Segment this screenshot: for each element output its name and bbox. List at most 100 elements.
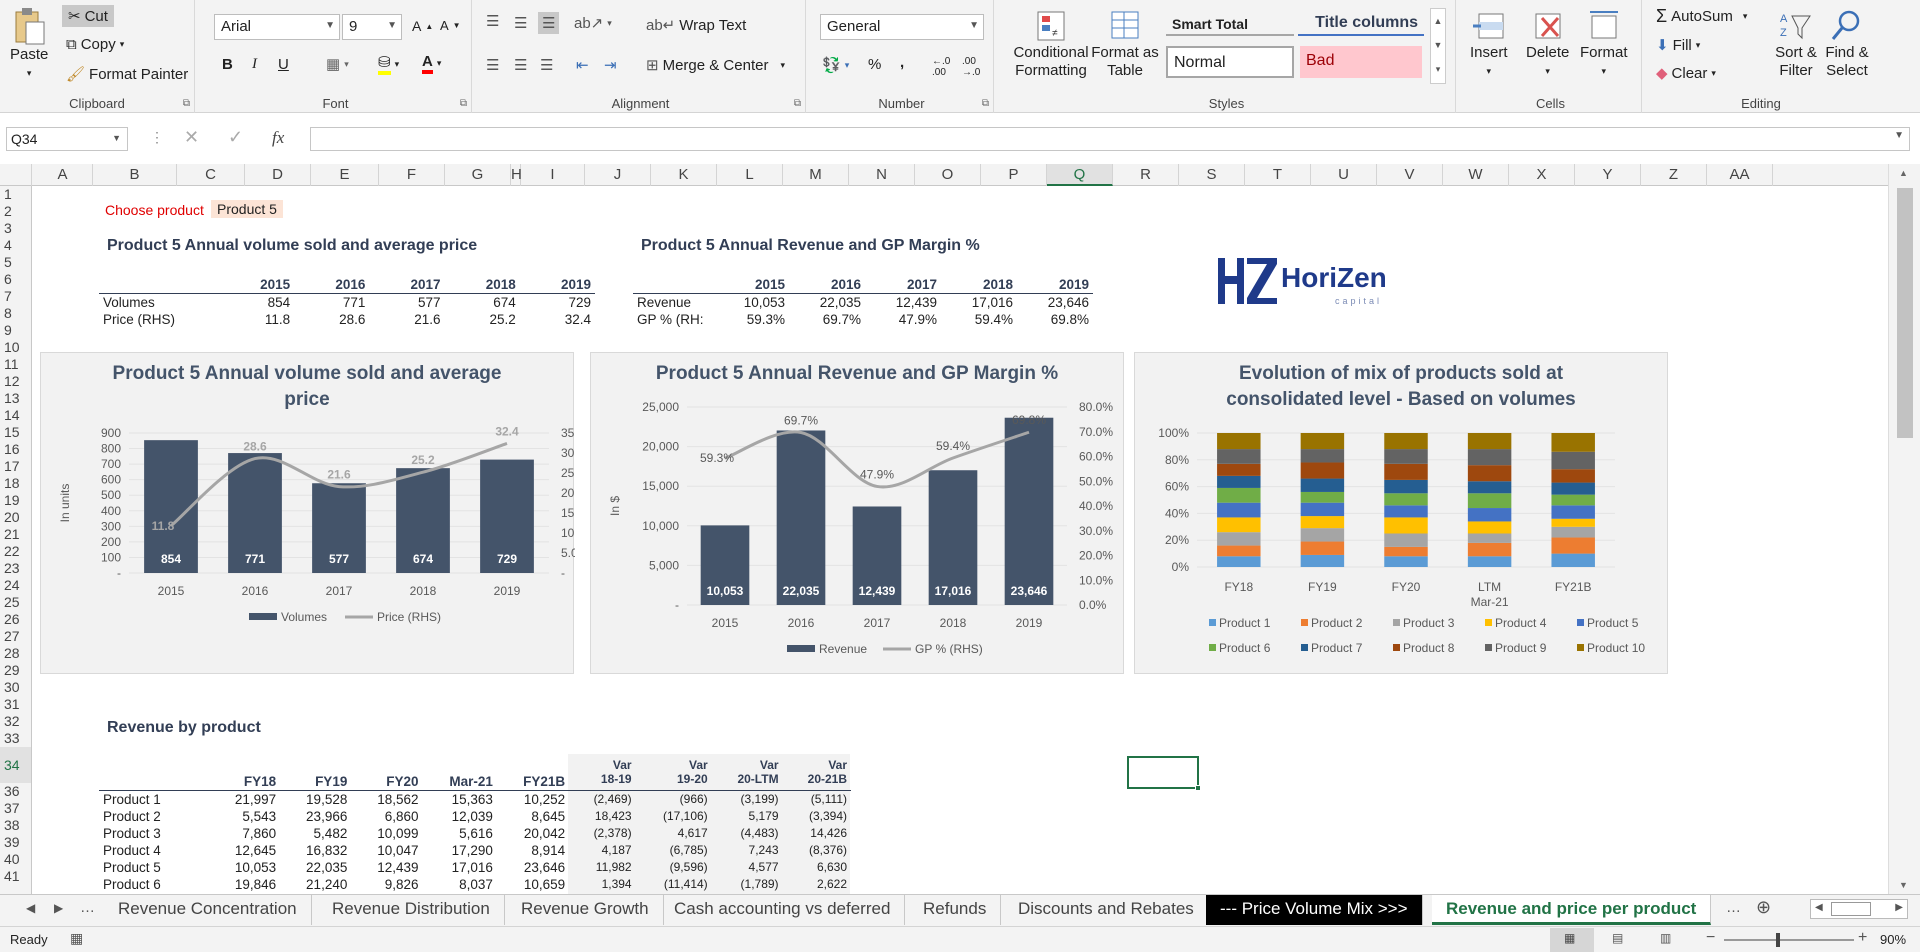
vertical-scrollbar[interactable]: ▲ ▼ — [1888, 164, 1920, 894]
column-header[interactable]: I — [521, 164, 585, 186]
row-header[interactable]: 7 — [0, 288, 31, 305]
merge-center-button[interactable]: ⊞ Merge & Center ▾ — [646, 56, 785, 75]
align-right-button[interactable]: ☰ — [540, 56, 553, 74]
row-header[interactable]: 26 — [0, 611, 31, 628]
horizontal-scroll-thumb[interactable] — [1831, 902, 1871, 916]
normal-view-button[interactable]: ▦ — [1550, 928, 1594, 952]
decrease-indent-button[interactable]: ⇤ — [576, 56, 589, 74]
smart-total-style[interactable]: Smart Total — [1166, 12, 1294, 36]
expand-formula-icon[interactable]: ▼ — [1894, 130, 1904, 141]
bad-style[interactable]: Bad — [1300, 46, 1422, 78]
row-header[interactable]: 32 — [0, 713, 31, 730]
column-header[interactable]: X — [1509, 164, 1575, 186]
row-header[interactable]: 28 — [0, 645, 31, 662]
insert-function-icon[interactable]: fx — [272, 128, 284, 148]
clear-button[interactable]: ◆ Clear ▾ — [1656, 64, 1716, 83]
number-launcher-icon[interactable]: ⧉ — [982, 98, 989, 109]
shrink-font-button[interactable]: A ▼ — [440, 18, 461, 33]
column-header[interactable]: S — [1179, 164, 1245, 186]
column-header[interactable]: N — [849, 164, 915, 186]
volume-price-chart[interactable]: Product 5 Annual volume sold and average… — [40, 352, 575, 674]
column-header[interactable]: W — [1443, 164, 1509, 186]
column-header[interactable]: AA — [1707, 164, 1773, 186]
row-header[interactable]: 23 — [0, 560, 31, 577]
tab-overflow-icon[interactable]: … — [1726, 899, 1741, 916]
column-header[interactable]: F — [379, 164, 445, 186]
sheet-tab[interactable]: Discounts and Rebates — [1004, 895, 1209, 925]
row-header[interactable]: 13 — [0, 390, 31, 407]
column-header[interactable]: D — [245, 164, 311, 186]
column-header[interactable]: P — [981, 164, 1047, 186]
font-size-select[interactable]: 9 ▼ — [342, 14, 402, 40]
find-select-button[interactable]: Find & Select — [1818, 8, 1876, 80]
delete-button[interactable]: Delete ▾ — [1526, 8, 1569, 80]
product-mix-chart[interactable]: Evolution of mix of products sold at con… — [1134, 352, 1668, 674]
name-box[interactable]: Q34 ▼ — [6, 127, 128, 151]
styles-scroll[interactable]: ▲ ▼ ▾ — [1430, 8, 1446, 84]
column-header[interactable]: V — [1377, 164, 1443, 186]
font-color-button[interactable]: A ▾ — [422, 53, 441, 74]
row-header[interactable]: 6 — [0, 271, 31, 288]
clipboard-launcher-icon[interactable]: ⧉ — [183, 98, 190, 109]
row-header[interactable]: 2 — [0, 203, 31, 220]
sort-filter-button[interactable]: AZ Sort & Filter — [1766, 8, 1826, 80]
number-format-select[interactable]: General ▼ — [820, 14, 984, 40]
row-header[interactable]: 3 — [0, 220, 31, 237]
grow-font-button[interactable]: A ▲ — [412, 18, 433, 34]
revenue-margin-chart[interactable]: Product 5 Annual Revenue and GP Margin %… — [590, 352, 1124, 674]
row-header[interactable]: 15 — [0, 424, 31, 441]
zoom-slider[interactable] — [1724, 933, 1854, 947]
copy-button[interactable]: ⧉ Copy ▾ — [66, 36, 124, 53]
comma-button[interactable]: , — [900, 54, 904, 71]
row-header[interactable]: 12 — [0, 373, 31, 390]
new-sheet-icon[interactable]: ⊕ — [1756, 897, 1771, 918]
row-header[interactable]: 39 — [0, 834, 31, 851]
selected-cell[interactable] — [1127, 756, 1201, 791]
column-header[interactable]: L — [717, 164, 783, 186]
zoom-out-icon[interactable]: − — [1706, 929, 1715, 947]
font-launcher-icon[interactable]: ⧉ — [460, 98, 467, 109]
underline-button[interactable]: U — [278, 56, 289, 73]
row-header[interactable]: 9 — [0, 322, 31, 339]
row-header[interactable]: 27 — [0, 628, 31, 645]
row-header[interactable]: 8 — [0, 305, 31, 322]
row-header[interactable]: 10 — [0, 339, 31, 356]
macro-record-icon[interactable]: ▦ — [70, 930, 83, 947]
row-header[interactable]: 25 — [0, 594, 31, 611]
sheet-tab[interactable]: Revenue Distribution — [318, 895, 505, 925]
cut-button[interactable]: ✂ Cut — [62, 5, 114, 27]
fill-button[interactable]: ⬇ Fill ▾ — [1656, 36, 1700, 55]
borders-button[interactable]: ▦ ▾ — [326, 55, 349, 73]
row-header[interactable]: 17 — [0, 458, 31, 475]
row-header[interactable]: 5 — [0, 254, 31, 271]
column-header[interactable]: U — [1311, 164, 1377, 186]
fill-color-button[interactable]: ⛁ ▾ — [378, 53, 399, 75]
column-header[interactable]: R — [1113, 164, 1179, 186]
format-button[interactable]: Format ▾ — [1580, 8, 1628, 80]
column-header[interactable]: H — [511, 164, 522, 186]
row-header[interactable]: 4 — [0, 237, 31, 254]
row-header[interactable]: 29 — [0, 662, 31, 679]
scroll-up-icon[interactable]: ▲ — [1899, 168, 1908, 178]
row-header[interactable]: 21 — [0, 526, 31, 543]
autosum-button[interactable]: Σ AutoSum ▾ — [1656, 6, 1747, 27]
column-header[interactable]: O — [915, 164, 981, 186]
cancel-icon[interactable]: ✕ — [184, 127, 199, 148]
enter-check-icon[interactable]: ✓ — [228, 127, 243, 148]
page-layout-icon[interactable]: ▤ — [1612, 931, 1623, 945]
column-header[interactable]: Y — [1575, 164, 1641, 186]
page-break-icon[interactable]: ▥ — [1660, 931, 1671, 945]
row-header[interactable]: 19 — [0, 492, 31, 509]
row-header[interactable]: 11 — [0, 356, 31, 373]
column-header[interactable]: G — [445, 164, 511, 186]
italic-button[interactable]: I — [252, 56, 257, 73]
row-header[interactable]: 31 — [0, 696, 31, 713]
align-bottom-button[interactable]: ☰ — [538, 12, 560, 34]
select-all-corner[interactable] — [0, 164, 32, 186]
column-header[interactable]: Q — [1047, 164, 1113, 186]
increase-indent-button[interactable]: ⇥ — [604, 56, 617, 74]
row-header[interactable]: 33 — [0, 730, 31, 747]
row-header[interactable]: 40 — [0, 851, 31, 868]
bold-button[interactable]: B — [222, 56, 233, 73]
tab-prev-icon[interactable]: ◀ — [26, 901, 35, 915]
